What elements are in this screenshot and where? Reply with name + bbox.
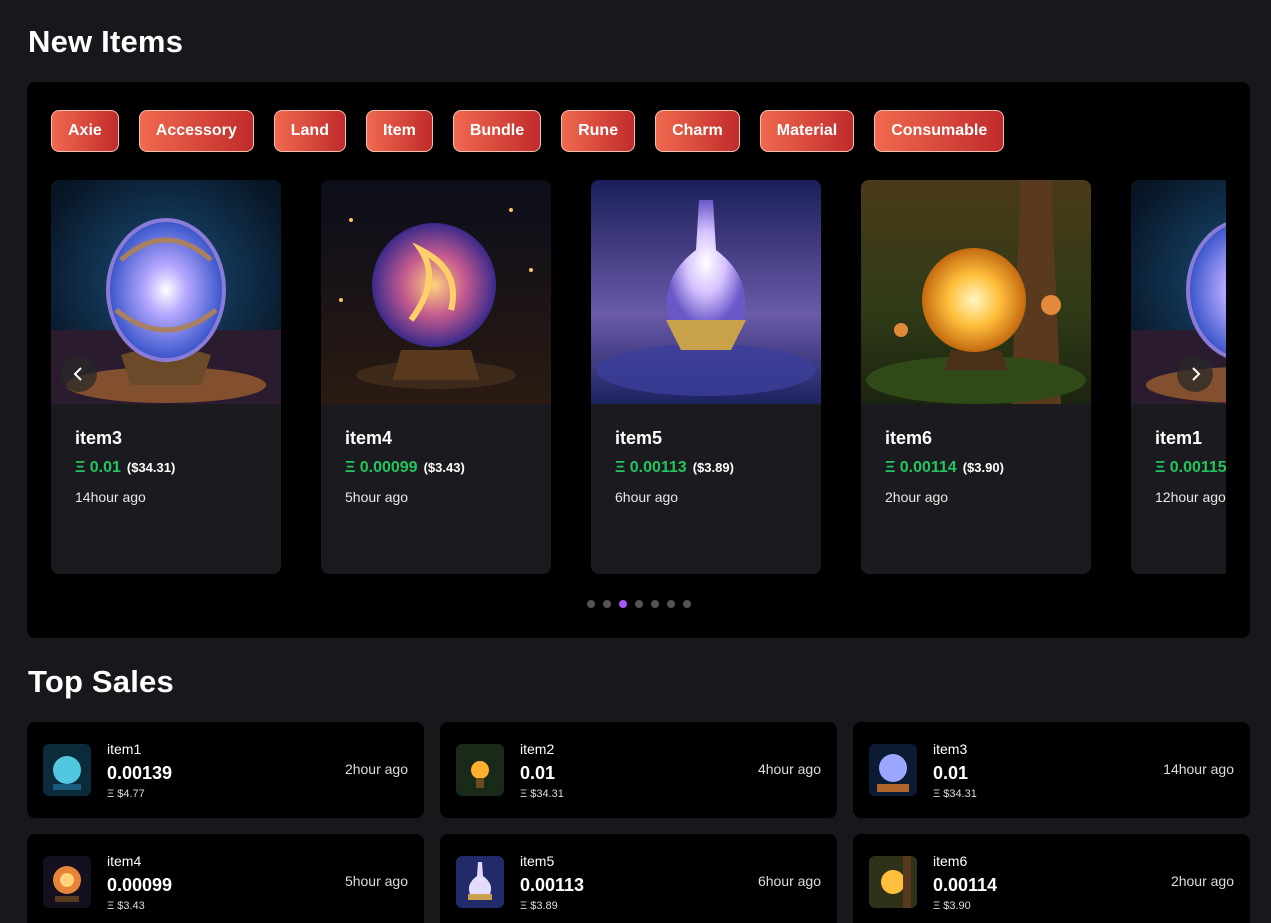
item-price-eth: Ξ 0.00115 <box>1155 459 1226 476</box>
top-sale-card[interactable]: item4 0.00099 Ξ $3.43 5hour ago <box>27 834 424 923</box>
item-name: item6 <box>885 428 933 448</box>
item-name: item6 <box>933 853 968 869</box>
item-card[interactable]: item5 Ξ 0.00113 ($3.89) 6hour ago <box>591 180 821 574</box>
item-time: 2hour ago <box>885 489 949 505</box>
item-name: item1 <box>107 741 142 757</box>
item-price: 0.01 <box>933 763 969 783</box>
item-price-usd: ($34.31) <box>126 460 176 475</box>
new-items-title: New Items <box>28 24 184 59</box>
item-price-usd: Ξ $3.89 <box>520 900 558 912</box>
category-tag-bundle[interactable]: Bundle <box>452 110 542 152</box>
item-price-usd: ($3.90) <box>962 460 1004 475</box>
carousel-dot[interactable] <box>603 600 611 608</box>
item-thumbnail <box>456 744 504 796</box>
chevron-right-icon <box>1192 367 1201 381</box>
item-time: 14hour ago <box>1163 761 1234 777</box>
item-price-usd: Ξ $34.31 <box>933 788 977 800</box>
item-price: 0.00114 <box>933 875 998 895</box>
item-price: 0.01 <box>520 763 556 783</box>
category-tag-material[interactable]: Material <box>759 110 855 152</box>
category-tag-land[interactable]: Land <box>273 110 346 152</box>
item-thumbnail <box>869 744 917 796</box>
carousel-dot-active[interactable] <box>619 600 627 608</box>
top-sales-title: Top Sales <box>28 664 174 699</box>
item-card[interactable]: item6 Ξ 0.00114 ($3.90) 2hour ago <box>861 180 1091 574</box>
carousel-next-button[interactable] <box>1177 356 1213 392</box>
category-tag-item[interactable]: Item <box>365 110 433 152</box>
carousel-dot[interactable] <box>635 600 643 608</box>
item-thumbnail <box>456 856 504 908</box>
carousel-pagination <box>587 600 691 608</box>
item-card[interactable]: item4 Ξ 0.00099 ($3.43) 5hour ago <box>321 180 551 574</box>
top-sale-card[interactable]: item3 0.01 Ξ $34.31 14hour ago <box>853 722 1250 818</box>
item-time: 2hour ago <box>1170 873 1234 889</box>
item-price-usd: ($3.43) <box>423 460 465 475</box>
item-time: 5hour ago <box>344 873 408 889</box>
top-sale-card[interactable]: item2 0.01 Ξ $34.31 4hour ago <box>440 722 837 818</box>
item-price-usd: Ξ $4.77 <box>107 788 145 800</box>
item-image <box>321 180 551 404</box>
category-tag-consumable[interactable]: Consumable <box>874 110 1005 152</box>
item-price-eth: Ξ 0.00113 <box>615 459 687 476</box>
category-tag-rune[interactable]: Rune <box>561 110 636 152</box>
item-name: item4 <box>345 428 393 448</box>
item-time: 4hour ago <box>757 761 821 777</box>
item-thumbnail <box>869 856 917 908</box>
item-name: item3 <box>933 741 968 757</box>
item-name: item5 <box>615 428 663 448</box>
category-filter-bar: Axie Accessory Land Item Bundle Rune Cha… <box>51 110 1005 152</box>
category-tag-charm[interactable]: Charm <box>655 110 740 152</box>
carousel-dot[interactable] <box>651 600 659 608</box>
item-price-eth: Ξ 0.00099 <box>345 459 418 476</box>
item-time: 6hour ago <box>615 489 679 505</box>
item-time: 2hour ago <box>344 761 408 777</box>
new-items-panel: Axie Accessory Land Item Bundle Rune Cha… <box>27 82 1250 638</box>
carousel-dot[interactable] <box>683 600 691 608</box>
item-time: 14hour ago <box>75 489 146 505</box>
carousel-prev-button[interactable] <box>61 356 97 392</box>
item-price-eth: Ξ 0.00114 <box>885 459 957 476</box>
item-thumbnail <box>43 744 91 796</box>
carousel-dot[interactable] <box>587 600 595 608</box>
item-name: item3 <box>75 428 123 448</box>
item-name: item2 <box>520 741 555 757</box>
top-sale-card[interactable]: item1 0.00139 Ξ $4.77 2hour ago <box>27 722 424 818</box>
item-image <box>591 180 821 404</box>
item-price-usd: Ξ $34.31 <box>520 788 564 800</box>
top-sale-card[interactable]: item6 0.00114 Ξ $3.90 2hour ago <box>853 834 1250 923</box>
item-price: 0.00113 <box>520 875 585 895</box>
item-name: item4 <box>107 853 142 869</box>
item-price: 0.00099 <box>107 875 173 895</box>
item-time: 5hour ago <box>345 489 409 505</box>
item-thumbnail <box>43 856 91 908</box>
item-name: item5 <box>520 853 555 869</box>
item-price-usd: Ξ $3.90 <box>933 900 971 912</box>
item-time: 12hour ago <box>1155 489 1226 505</box>
item-price-eth: Ξ 0.01 <box>75 459 121 476</box>
carousel-dot[interactable] <box>667 600 675 608</box>
category-tag-accessory[interactable]: Accessory <box>138 110 254 152</box>
top-sale-card[interactable]: item5 0.00113 Ξ $3.89 6hour ago <box>440 834 837 923</box>
item-price-usd: Ξ $3.43 <box>107 900 145 912</box>
item-price: 0.00139 <box>107 763 173 783</box>
item-price-usd: ($3.89) <box>692 460 734 475</box>
new-items-carousel: item3 Ξ 0.01 ($34.31) 14hour ago item4 Ξ… <box>51 180 1226 574</box>
item-name: item1 <box>1155 428 1203 448</box>
chevron-left-icon <box>73 367 82 381</box>
item-time: 6hour ago <box>757 873 821 889</box>
item-image <box>861 180 1091 404</box>
category-tag-axie[interactable]: Axie <box>51 110 119 152</box>
